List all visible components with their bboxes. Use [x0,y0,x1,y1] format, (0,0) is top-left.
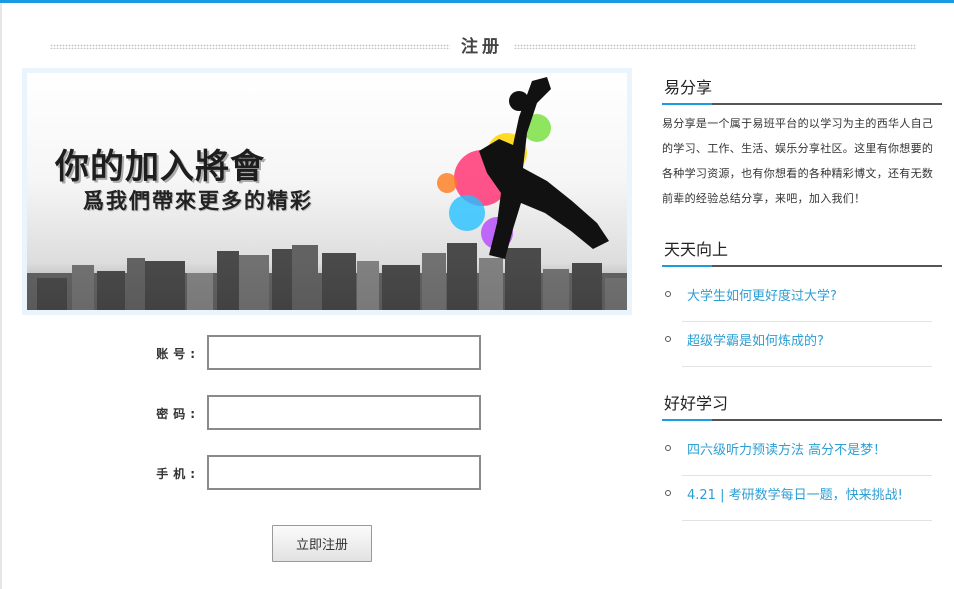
banner-image: 你的加入將會 爲我們帶來更多的精彩 [27,73,627,310]
sidebar-about-description: 易分享是一个属于易班平台的以学习为主的西华人自己的学习、工作、生活、娱乐分享社区… [662,117,934,205]
article-link[interactable]: 大学生如何更好度过大学? [687,285,837,304]
phone-row: 手机: [150,455,490,491]
circle-bullet-icon [665,445,671,451]
sidebar-daily-title: 天天向上 [664,240,729,259]
list-item: 4.21 | 考研数学每日一题，快来挑战! [665,484,932,521]
phone-label: 手机: [156,467,200,481]
sidebar-about: 易分享 易分享是一个属于易班平台的以学习为主的西华人自己的学习、工作、生活、娱乐… [662,74,942,211]
left-edge-border [0,3,2,589]
account-input[interactable] [207,335,481,370]
banner-subheadline: 爲我們帶來更多的精彩 [83,189,313,213]
circle-bullet-icon [665,336,671,342]
register-heading-row: 注册 [50,30,916,60]
top-accent-bar [0,0,954,3]
dotted-divider-left [50,44,450,49]
register-submit-button[interactable]: 立即注册 [272,525,372,562]
sidebar-title-underline [662,419,942,421]
list-item: 四六级听力预读方法 高分不是梦！ [665,439,932,476]
sidebar-study-title: 好好学习 [664,394,729,413]
article-link[interactable]: 4.21 | 考研数学每日一题，快来挑战! [687,484,903,503]
password-input[interactable] [207,395,481,430]
password-row: 密码: [150,395,490,431]
banner: 你的加入將會 爲我們帶來更多的精彩 [22,68,632,315]
sidebar-daily-list: 大学生如何更好度过大学? 超级学霸是如何炼成的? [662,285,942,367]
account-label: 账号: [156,347,200,361]
sidebar-title-underline [662,265,942,267]
circle-bullet-icon [665,490,671,496]
circle-bullet-icon [665,291,671,297]
sidebar-title-underline [662,103,942,105]
banner-headline: 你的加入將會 [55,147,265,187]
article-link[interactable]: 四六级听力预读方法 高分不是梦！ [687,439,886,458]
jumping-figure-graphic [479,77,609,259]
sidebar-about-title: 易分享 [664,78,713,97]
account-row: 账号: [150,335,490,371]
phone-input[interactable] [207,455,481,490]
password-label: 密码: [156,407,200,421]
sidebar-daily: 天天向上 大学生如何更好度过大学? 超级学霸是如何炼成的? [662,236,942,367]
register-title: 注册 [461,37,503,57]
sidebar-study: 好好学习 四六级听力预读方法 高分不是梦！ 4.21 | 考研数学每日一题，快来… [662,390,942,521]
skyline-graphic [27,243,627,310]
list-item: 超级学霸是如何炼成的? [665,330,932,367]
article-link[interactable]: 超级学霸是如何炼成的? [687,330,824,349]
list-item: 大学生如何更好度过大学? [665,285,932,322]
dotted-divider-right [514,44,916,49]
sidebar-study-list: 四六级听力预读方法 高分不是梦！ 4.21 | 考研数学每日一题，快来挑战! [662,439,942,521]
